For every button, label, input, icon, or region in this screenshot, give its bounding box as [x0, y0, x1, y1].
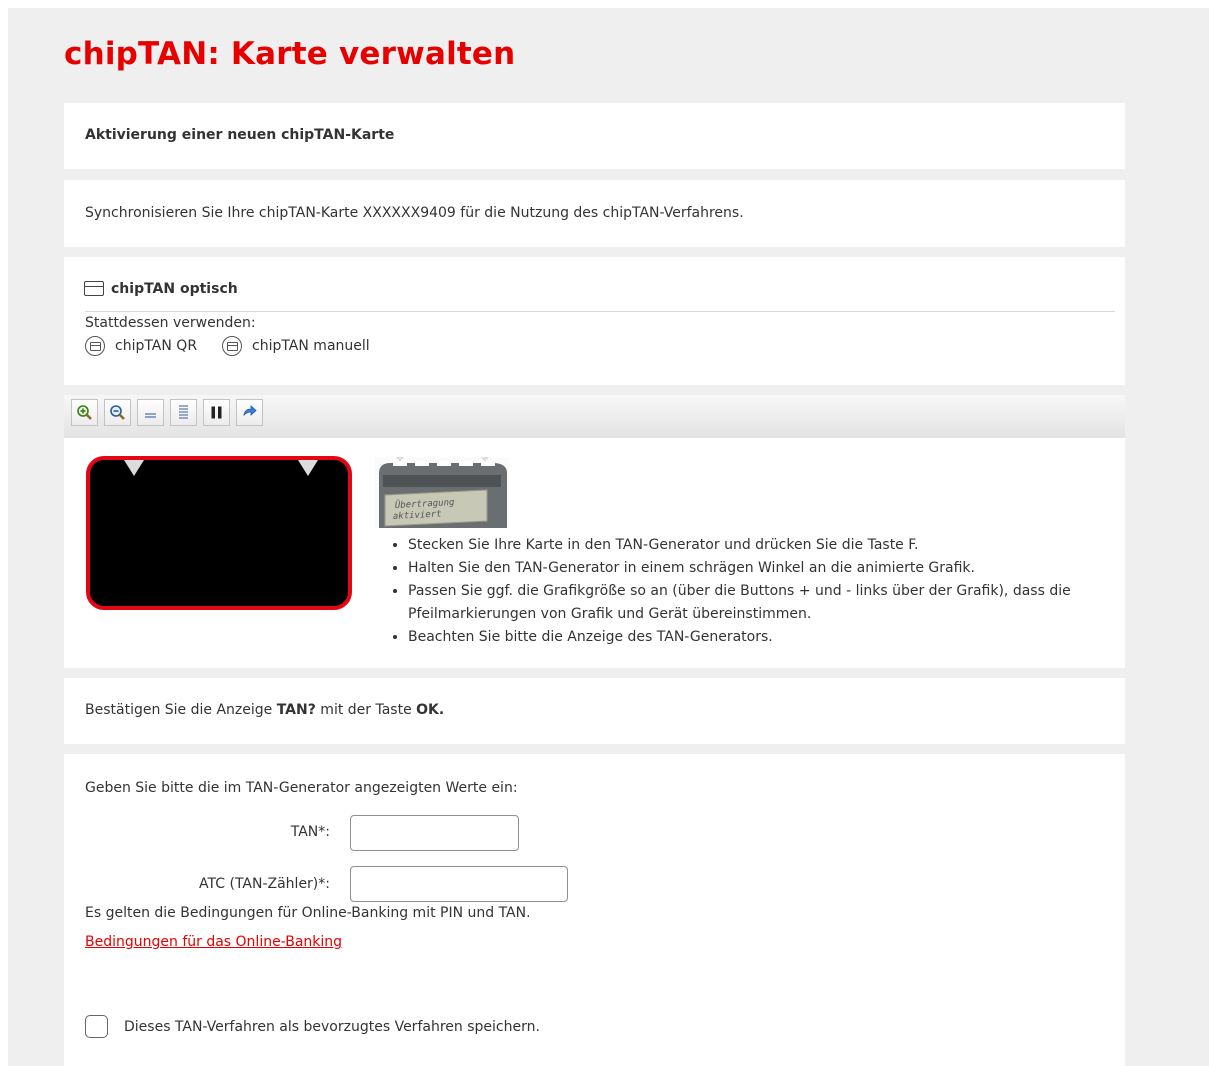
instruction-item: Beachten Sie bitte die Anzeige des TAN-G… — [408, 626, 1108, 649]
speed-faster-button[interactable] — [170, 399, 197, 426]
flicker-graphic — [86, 456, 352, 610]
left-marker-arrow-icon — [124, 460, 144, 476]
zoom-in-button[interactable] — [71, 399, 98, 426]
confirm-panel: Bestätigen Sie die Anzeige TAN? mit der … — [64, 678, 1125, 744]
instruction-item: Stecken Sie Ihre Karte in den TAN-Genera… — [408, 534, 1108, 557]
reset-button[interactable] — [236, 399, 263, 426]
confirm-key: OK. — [416, 702, 445, 718]
activation-panel: Aktivierung einer neuen chipTAN-Karte — [64, 103, 1125, 169]
activation-heading: Aktivierung einer neuen chipTAN-Karte — [85, 127, 395, 143]
alt-method-chiptan-qr[interactable]: chipTAN QR — [85, 336, 197, 356]
switch-method-icon — [222, 336, 242, 356]
alternatives-label: Stattdessen verwenden: — [85, 315, 256, 331]
tan-label: TAN*: — [290, 824, 330, 840]
zoom-out-button[interactable] — [104, 399, 131, 426]
tan-form-panel: Geben Sie bitte die im TAN-Generator ang… — [64, 754, 1125, 1066]
page-title: chipTAN: Karte verwalten — [64, 36, 516, 72]
confirm-display-value: TAN? — [276, 702, 316, 718]
speed-slower-button[interactable] — [137, 399, 164, 426]
speed-faster-icon — [179, 405, 188, 419]
instruction-item: Passen Sie ggf. die Grafikgröße so an (ü… — [408, 580, 1108, 626]
page-container: chipTAN: Karte verwalten Aktivierung ein… — [8, 8, 1209, 1066]
current-method-label: chipTAN optisch — [111, 281, 238, 297]
instruction-list: Stecken Sie Ihre Karte in den TAN-Genera… — [389, 534, 1108, 649]
confirm-middle: mit der Taste — [315, 702, 417, 718]
divider — [85, 311, 1115, 312]
alt-method-chiptan-manuell[interactable]: chipTAN manuell — [222, 336, 370, 356]
pause-icon — [211, 406, 222, 419]
confirm-text: Bestätigen Sie die Anzeige TAN? mit der … — [85, 702, 444, 718]
alt-method-label: chipTAN manuell — [252, 338, 370, 354]
switch-method-icon — [85, 336, 105, 356]
method-panel: chipTAN optisch Stattdessen verwenden: c… — [64, 257, 1125, 385]
speed-slower-icon — [145, 413, 156, 418]
pause-button[interactable] — [203, 399, 230, 426]
save-preference-label[interactable]: Dieses TAN-Verfahren als bevorzugtes Ver… — [124, 1019, 540, 1035]
sync-panel: Synchronisieren Sie Ihre chipTAN-Karte X… — [64, 180, 1125, 247]
conditions-text: Es gelten die Bedingungen für Online-Ban… — [85, 905, 531, 921]
tan-input[interactable] — [350, 815, 519, 851]
conditions-link[interactable]: Bedingungen für das Online-Banking — [85, 934, 342, 950]
flicker-toolbar — [64, 395, 1125, 438]
tan-generator-image: Übertragung aktiviert — [375, 457, 509, 528]
form-intro: Geben Sie bitte die im TAN-Generator ang… — [85, 780, 518, 796]
flicker-panel: Übertragung aktiviert Stecken Sie Ihre K… — [64, 438, 1125, 668]
instruction-item: Halten Sie den TAN-Generator in einem sc… — [408, 557, 1108, 580]
sync-text: Synchronisieren Sie Ihre chipTAN-Karte X… — [85, 205, 744, 221]
confirm-prefix: Bestätigen Sie die Anzeige — [85, 702, 277, 718]
card-icon — [84, 281, 104, 296]
zoom-in-icon — [77, 405, 92, 420]
save-preference-checkbox[interactable] — [85, 1015, 108, 1038]
alt-method-label: chipTAN QR — [115, 338, 198, 354]
zoom-out-icon — [110, 405, 125, 420]
right-marker-arrow-icon — [298, 460, 318, 476]
reset-icon — [243, 405, 257, 417]
atc-input[interactable] — [350, 866, 568, 902]
tan-generator-icon: Übertragung aktiviert — [375, 457, 509, 528]
atc-label: ATC (TAN-Zähler)*: — [199, 876, 330, 892]
